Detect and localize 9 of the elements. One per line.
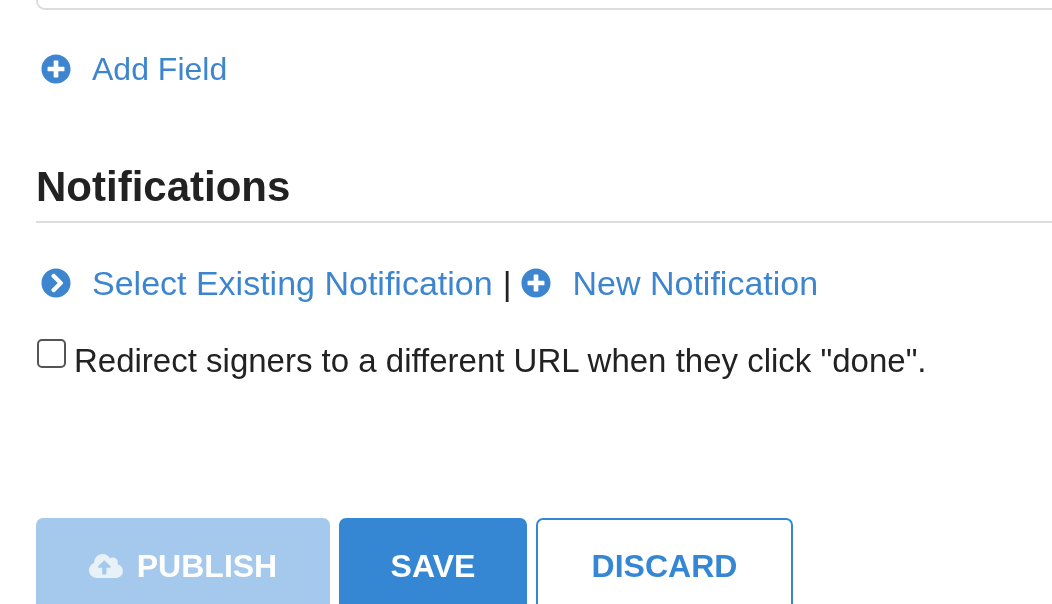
select-notification-link[interactable]: Select Existing Notification bbox=[41, 263, 493, 303]
link-separator: | bbox=[502, 263, 512, 303]
discard-button[interactable]: DISCARD bbox=[536, 518, 793, 604]
new-notification-link[interactable]: New Notification bbox=[521, 263, 819, 303]
add-field-link[interactable]: Add Field bbox=[41, 49, 228, 89]
checkbox[interactable] bbox=[37, 339, 66, 368]
section-heading: Notifications bbox=[36, 162, 291, 212]
save-button[interactable]: SAVE bbox=[339, 518, 527, 604]
redirect-label: Redirect signers to a different URL when they click "done". bbox=[74, 340, 927, 381]
